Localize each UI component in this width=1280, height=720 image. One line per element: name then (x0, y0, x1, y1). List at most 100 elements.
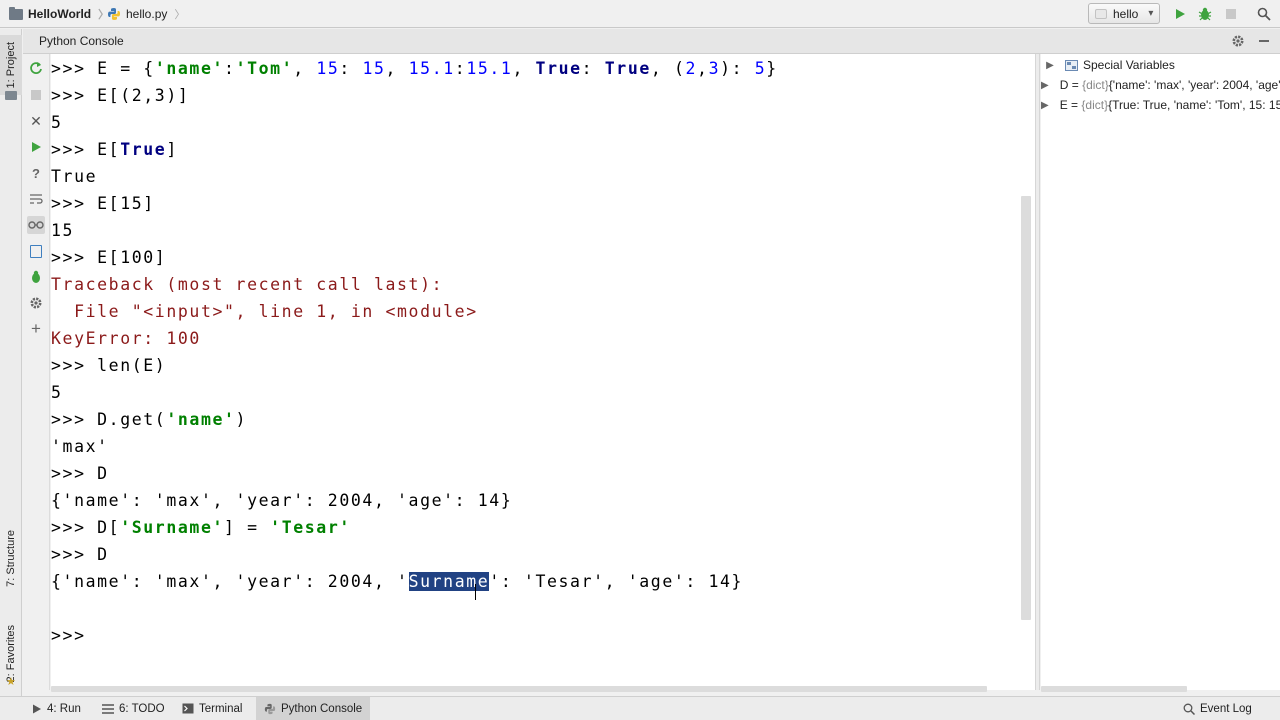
variable-row-special[interactable]: ▶ Special Variables (1041, 55, 1280, 75)
console-line: True (51, 167, 98, 186)
console-line: 5 (51, 383, 63, 402)
console-line: Traceback (most recent call last): (51, 275, 444, 294)
new-console-button[interactable]: + (27, 319, 45, 338)
variable-value: {'name': 'max', 'year': 2004, 'age': 14} (1108, 78, 1280, 92)
settings-button[interactable] (1229, 32, 1247, 50)
console-line: {'name': 'max', 'year': 2004, 'age': 14} (51, 491, 513, 510)
breadcrumb-project[interactable]: HelloWorld 〉 (9, 0, 109, 28)
play-icon (32, 142, 41, 152)
special-variables-icon (1065, 59, 1078, 71)
selected-text[interactable]: Surname (408, 572, 490, 591)
console-line: 15 (51, 221, 75, 240)
chevron-right-icon: ▶ (1041, 99, 1049, 111)
console-line: 'max' (51, 437, 109, 456)
console-tool-window-header: Python Console (23, 29, 1280, 54)
variable-row-e[interactable]: ▶ E = {dict} {True: True, 'name': 'Tom',… (1041, 95, 1280, 115)
console-vertical-scrollbar[interactable] (1021, 196, 1031, 620)
bug-icon (1198, 7, 1212, 21)
bug-icon (32, 270, 40, 283)
navigation-bar: HelloWorld 〉 hello.py 〉 hello ▾ (0, 0, 1280, 28)
show-variables-button[interactable] (27, 216, 45, 234)
console-settings-button[interactable] (27, 294, 45, 312)
console-line: >>> D (51, 545, 109, 564)
attach-debugger-button[interactable] (27, 268, 45, 286)
gear-icon (30, 297, 42, 309)
console-history-button[interactable] (27, 242, 45, 260)
console-line: >>> len(E) (51, 356, 167, 375)
tool-tab-project[interactable]: 1: Project (0, 35, 22, 95)
breadcrumb-separator-icon: 〉 (174, 9, 186, 21)
variables-horizontal-scrollbar[interactable] (1041, 686, 1187, 692)
tool-tab-todo[interactable]: 6: TODO (94, 697, 173, 720)
console-line: File "<input>", line 1, in <module> (51, 302, 478, 321)
console-output[interactable]: >>> E = {'name':'Tom', 15: 15, 15.1:15.1… (51, 54, 1035, 690)
stop-icon (1226, 9, 1236, 19)
tool-tab-structure[interactable]: 7: Structure (0, 513, 22, 603)
help-icon: ? (32, 165, 40, 181)
variable-type: {dict} (1081, 98, 1109, 112)
variable-type: {dict} (1082, 78, 1109, 92)
panel-splitter[interactable] (1035, 54, 1040, 690)
execute-button[interactable] (27, 138, 45, 156)
console-line: >>> E[(2,3)] (51, 86, 190, 105)
minimize-icon (1259, 40, 1269, 42)
stop-button[interactable] (1222, 5, 1240, 23)
hide-panel-button[interactable] (1255, 32, 1273, 50)
run-configuration-select[interactable]: hello ▾ (1088, 3, 1160, 24)
console-horizontal-scrollbar[interactable] (51, 686, 987, 692)
console-line: >>> E[100] (51, 248, 167, 267)
console-line: 5 (51, 113, 63, 132)
tool-tab-project-label: 1: Project (5, 41, 17, 89)
special-variables-label: Special Variables (1083, 58, 1175, 72)
breadcrumb-file[interactable]: hello.py 〉 (107, 0, 185, 28)
tool-tab-terminal[interactable]: Terminal (174, 697, 250, 720)
variable-name: D (1059, 78, 1069, 92)
console-line: >>> E[True] (51, 140, 178, 159)
search-icon (1257, 7, 1271, 21)
tool-tab-python-console-label: Python Console (281, 702, 363, 715)
run-config-label: hello (1113, 6, 1139, 21)
console-toolbar: ✕ ? + (23, 54, 50, 690)
help-button[interactable]: ? (27, 164, 45, 182)
rerun-button[interactable] (27, 59, 45, 77)
variables-panel: ▶ Special Variables ▶ D = {dict} {'name'… (1041, 54, 1280, 690)
play-icon (33, 704, 41, 713)
list-icon (102, 703, 114, 714)
console-line: >>> E[15] (51, 194, 155, 213)
tool-tab-python-console[interactable]: Python Console (256, 697, 371, 720)
tool-tab-run-label: 4: Run (47, 702, 81, 715)
console-line: >>> E = {'name':'Tom', 15: 15, 15.1:15.1… (51, 59, 778, 78)
close-console-button[interactable]: ✕ (27, 112, 45, 130)
event-log-icon (1183, 703, 1195, 715)
run-button[interactable] (1171, 5, 1189, 23)
history-icon (30, 244, 42, 258)
terminal-icon (182, 703, 194, 714)
debug-button[interactable] (1196, 5, 1214, 23)
chevron-right-icon: ▶ (1046, 59, 1054, 71)
console-lines: >>> E = {'name':'Tom', 15: 15, 15.1:15.1… (51, 54, 778, 649)
python-file-icon (108, 8, 120, 20)
glasses-icon (28, 221, 44, 229)
stop-console-button[interactable] (27, 86, 45, 104)
tool-tab-run[interactable]: 4: Run (24, 697, 89, 720)
close-icon: ✕ (30, 112, 42, 129)
project-folder-icon (5, 91, 17, 100)
gear-icon (1232, 35, 1244, 47)
variable-value: {True: True, 'name': 'Tom', 15: 15} (1108, 98, 1280, 112)
console-line: >>> D (51, 464, 109, 483)
chevron-down-icon: ▾ (1148, 8, 1154, 19)
variable-name: E (1059, 98, 1068, 112)
console-line: {'name': 'max', 'year': 2004, 'Surname':… (51, 572, 744, 591)
console-prompt-line[interactable]: >>> (51, 622, 778, 649)
stop-icon (31, 90, 41, 100)
search-everywhere-button[interactable] (1255, 5, 1273, 23)
soft-wrap-icon (30, 194, 43, 204)
tool-tab-terminal-label: Terminal (199, 702, 243, 715)
tool-tab-event-log[interactable]: Event Log (1175, 697, 1260, 720)
tool-tab-event-log-label: Event Log (1200, 702, 1252, 715)
variable-row-d[interactable]: ▶ D = {dict} {'name': 'max', 'year': 200… (1041, 75, 1280, 95)
soft-wrap-button[interactable] (27, 190, 45, 208)
star-icon: ★ (6, 676, 16, 688)
left-tool-stripe: 1: Project 7: Structure 2: Favorites ★ (0, 29, 22, 696)
